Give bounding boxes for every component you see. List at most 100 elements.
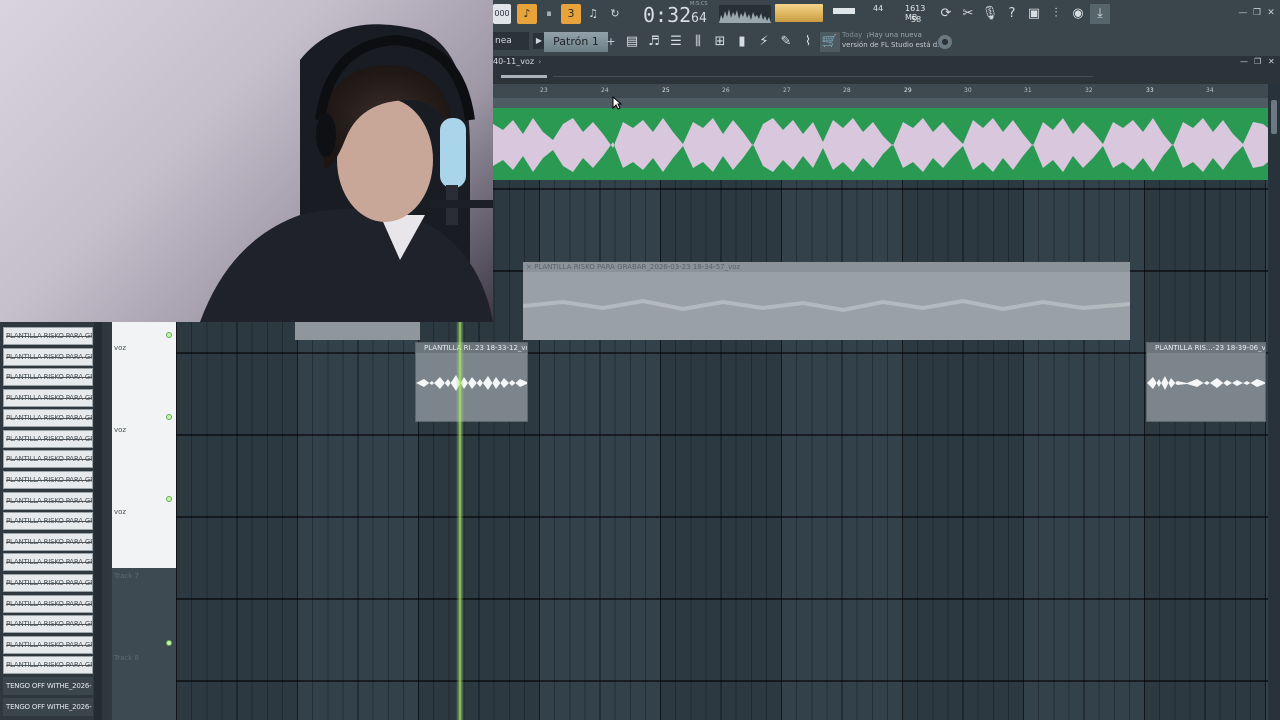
toolbar-row-top: 000 ♪ ⏸ 3 ♫ ↻ 0:3264 M:S:CS 44 1613 MB 5… xyxy=(493,0,1280,28)
track-mute-led[interactable] xyxy=(166,640,172,646)
clip-waveform xyxy=(416,375,527,391)
picker-item[interactable]: PLANTILLA RISKO PARA GR... xyxy=(3,471,93,489)
playlist-horizontal-scrollbar[interactable] xyxy=(493,70,1280,84)
cpu-value: 44 xyxy=(873,4,884,13)
pattern-selector[interactable]: Patrón 1 xyxy=(544,32,608,52)
oscilloscope xyxy=(719,5,771,23)
track-name: voz xyxy=(114,426,127,434)
ruler-tick: 30 xyxy=(964,87,972,94)
picker-item[interactable]: PLANTILLA RISKO PARA GR... xyxy=(3,409,93,427)
add-pattern-button[interactable]: + xyxy=(606,33,616,51)
tempo-display[interactable]: 000 xyxy=(493,4,511,24)
picker-item[interactable]: TENGO OFF WITHE_2026-... xyxy=(3,677,93,695)
hint-line-1: ¡Hay una nueva xyxy=(866,31,922,39)
picker-item[interactable]: TENGO OFF WITHE_2026-... xyxy=(3,698,93,716)
wait-for-input-icon[interactable]: ⏸ xyxy=(539,4,559,24)
picker-item[interactable]: PLANTILLA RISKO PARA GR... xyxy=(3,636,93,654)
undo-history-icon[interactable]: ⟳ xyxy=(936,4,956,24)
track-name: Track 7 xyxy=(114,572,139,580)
cut-icon[interactable]: ✂ xyxy=(958,4,978,24)
audio-clip-grabar[interactable]: × PLANTILLA RISKO PARA GRABAR_2026-03-23… xyxy=(523,262,1130,340)
scroll-track xyxy=(553,76,1093,77)
playlist-restore-icon[interactable]: ❐ xyxy=(1254,57,1261,66)
countdown-icon[interactable]: 3 xyxy=(561,4,581,24)
picker-item[interactable]: PLANTILLA RISKO PARA GR... xyxy=(3,389,93,407)
vertical-scroll-thumb[interactable] xyxy=(1271,100,1277,134)
clip-label: PLANTILLA RI..23 18-33-12_voz xyxy=(416,343,527,353)
blend-notes-icon[interactable]: ♫ xyxy=(583,4,603,24)
track-mute-led[interactable] xyxy=(166,332,172,338)
cart-icon[interactable]: 🛒 xyxy=(820,32,840,52)
playlist-title-text: 40-11_voz xyxy=(493,57,535,66)
picker-item[interactable]: PLANTILLA RISKO PARA GR... xyxy=(3,450,93,468)
ruler-tick: 24 xyxy=(601,87,609,94)
loop-region-bar[interactable] xyxy=(493,98,1268,108)
playlist-title-arrow[interactable]: › xyxy=(538,57,541,66)
picker-item[interactable]: PLANTILLA RISKO PARA GR... xyxy=(3,512,93,530)
picker-item[interactable]: PLANTILLA RISKO PARA GR... xyxy=(3,574,93,592)
audio-clip-partial[interactable] xyxy=(295,322,420,340)
track-header[interactable]: voz xyxy=(112,486,176,568)
piano-roll-icon[interactable]: ♬ xyxy=(644,32,664,52)
track-header[interactable]: voz xyxy=(112,322,176,404)
ruler-tick: 28 xyxy=(843,87,851,94)
picker-item[interactable]: PLANTILLA RISKO PARA GR... xyxy=(3,492,93,510)
cpu-bar xyxy=(833,8,855,14)
brush-icon[interactable]: ⌇ xyxy=(798,32,818,52)
picker-item[interactable]: PLANTILLA RISKO PARA GR... xyxy=(3,656,93,674)
track-header-column: voz voz voz Track 7 Track 8 xyxy=(108,322,176,720)
picker-item[interactable]: PLANTILLA RISKO PARA GR... xyxy=(3,327,93,345)
picker-item[interactable]: PLANTILLA RISKO PARA GR... xyxy=(3,595,93,613)
save-icon[interactable]: ▣ xyxy=(1024,4,1044,24)
toolbar-row-bottom: nea ▶ Patrón 1 + ▤ ♬ ☰ ⫼ ⊞ ▮ ⚡ ✎ ⌇ 🛒 Tod… xyxy=(493,28,1280,56)
picker-item[interactable]: PLANTILLA RISKO PARA GR... xyxy=(3,533,93,551)
hint-info-icon[interactable]: ● xyxy=(938,35,952,49)
microphone-icon[interactable]: 🎙 xyxy=(980,4,1000,24)
minimize-icon[interactable]: — xyxy=(1236,6,1250,20)
playhead-marker[interactable] xyxy=(456,322,464,720)
track-mute-led[interactable] xyxy=(166,414,172,420)
track-header[interactable]: voz xyxy=(112,404,176,486)
track-mute-led[interactable] xyxy=(166,496,172,502)
webcam-person-image xyxy=(200,24,493,322)
master-volume-meter[interactable] xyxy=(775,4,823,22)
track-name: voz xyxy=(114,508,127,516)
picker-item[interactable]: PLANTILLA RISKO PARA GR... xyxy=(3,368,93,386)
browser-icon[interactable]: ⊞ xyxy=(710,32,730,52)
ruler-tick: 31 xyxy=(1024,87,1032,94)
picker-item[interactable]: PLANTILLA RISKO PARA GR... xyxy=(3,615,93,633)
audio-clip-voz-b[interactable]: PLANTILLA RIS...-23 18-39-06_voz xyxy=(1146,342,1266,422)
scroll-thumb[interactable] xyxy=(501,75,547,78)
mixer-icon[interactable]: ⫶ xyxy=(1046,4,1066,24)
help-icon[interactable]: ? xyxy=(1002,4,1022,24)
track-header[interactable]: Track 7 xyxy=(112,568,176,650)
plug-icon[interactable]: ⚡ xyxy=(754,32,774,52)
loop-record-icon[interactable]: ↻ xyxy=(605,4,625,24)
picker-item[interactable]: PLANTILLA RISKO PARA GR... xyxy=(3,553,93,571)
audio-clip-instrumental[interactable] xyxy=(493,108,1268,180)
channel-rack-icon[interactable]: ☰ xyxy=(666,32,686,52)
snap-mode-field[interactable]: nea xyxy=(493,32,529,50)
restore-icon[interactable]: ❐ xyxy=(1250,6,1264,20)
chat-icon[interactable]: ◉ xyxy=(1068,4,1088,24)
track-header[interactable]: Track 8 xyxy=(112,650,176,720)
playlist-minimize-icon[interactable]: — xyxy=(1240,57,1248,66)
ruler-tick: 27 xyxy=(783,87,791,94)
playlist-title: 40-11_voz › xyxy=(493,57,541,66)
picker-panel: PLANTILLA RISKO PARA GR... PLANTILLA RIS… xyxy=(0,322,108,720)
picker-item[interactable]: PLANTILLA RISKO PARA GR... xyxy=(3,430,93,448)
mixer-view-icon[interactable]: ⫼ xyxy=(688,32,708,52)
plugin-icon[interactable]: ▮ xyxy=(732,32,752,52)
download-icon[interactable]: ⤓ xyxy=(1090,4,1110,24)
clip-waveform xyxy=(1147,376,1265,390)
picker-item[interactable]: PLANTILLA RISKO PARA GR... xyxy=(3,348,93,366)
metronome-icon[interactable]: ♪ xyxy=(517,4,537,24)
picker-scrollbar[interactable] xyxy=(94,322,102,720)
pencil-icon[interactable]: ✎ xyxy=(776,32,796,52)
audio-clip-voz-a[interactable]: PLANTILLA RI..23 18-33-12_voz xyxy=(415,342,528,422)
playlist-vertical-scrollbar[interactable] xyxy=(1268,84,1280,720)
playlist-icon[interactable]: ▤ xyxy=(622,32,642,52)
playlist-close-icon[interactable]: ✕ xyxy=(1268,57,1275,66)
waveform xyxy=(493,118,1268,172)
close-icon[interactable]: ✕ xyxy=(1264,6,1278,20)
